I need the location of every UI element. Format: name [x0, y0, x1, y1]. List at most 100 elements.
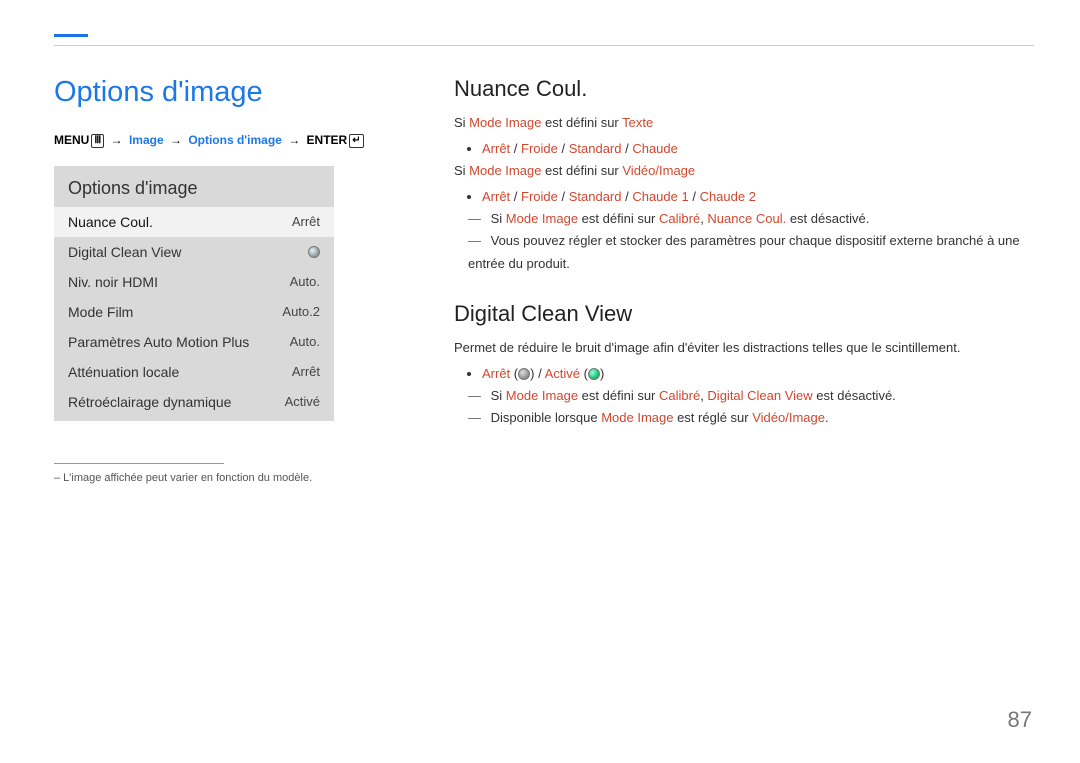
nuance-bullets2: Arrêt / Froide / Standard / Chaude 1 / C… [454, 186, 1034, 208]
menu-row-mode-film[interactable]: Mode Film Auto.2 [54, 297, 334, 327]
opt-chaude: Chaude [632, 141, 678, 156]
arrow-icon: → [288, 133, 300, 147]
list-item: Arrêt / Froide / Standard / Chaude [482, 138, 1034, 160]
text: Si [454, 163, 469, 178]
text: est défini sur [578, 211, 659, 226]
opt-froide: Froide [521, 141, 558, 156]
menu-panel: Options d'image Nuance Coul. Arrêt Digit… [54, 166, 334, 421]
menu-row-attenuation-locale[interactable]: Atténuation locale Arrêt [54, 357, 334, 387]
menu-row-retroeclairage-dynamique[interactable]: Rétroéclairage dynamique Activé [54, 387, 334, 417]
text-red: Digital Clean View [707, 388, 812, 403]
opt-froide: Froide [521, 189, 558, 204]
text: est défini sur [578, 388, 659, 403]
dot-on-icon [588, 368, 600, 380]
crumb-enter: ENTER [307, 133, 348, 147]
list-item: Vous pouvez régler et stocker des paramè… [468, 230, 1034, 274]
sep: / [510, 141, 521, 156]
section-title-nuance: Nuance Coul. [454, 76, 1034, 102]
menu-row-value: Activé [285, 394, 320, 409]
nuance-notes: Si Mode Image est défini sur Calibré, Nu… [454, 208, 1034, 274]
sep: / [510, 189, 521, 204]
crumb-image: Image [129, 133, 164, 147]
text-red: Texte [622, 115, 653, 130]
footnote-rule [54, 463, 224, 464]
top-rule [54, 45, 1034, 46]
arrow-icon: → [170, 133, 182, 147]
menu-icon: Ⅲ [91, 134, 104, 148]
sep: / [558, 141, 569, 156]
text: est désactivé. [813, 388, 896, 403]
menu-row-digital-clean-view[interactable]: Digital Clean View [54, 237, 334, 267]
text: est désactivé. [786, 211, 869, 226]
list-item: Arrêt / Froide / Standard / Chaude 1 / C… [482, 186, 1034, 208]
menu-row-label: Mode Film [68, 304, 133, 320]
text: Disponible lorsque [491, 410, 602, 425]
text: est défini sur [541, 115, 622, 130]
text-red: Calibré [659, 211, 700, 226]
opt-standard: Standard [569, 141, 622, 156]
text: ) [600, 366, 604, 381]
text: est défini sur [541, 163, 622, 178]
menu-row-label: Atténuation locale [68, 364, 179, 380]
text-red: Mode Image [506, 388, 578, 403]
opt-active: Activé [545, 366, 580, 381]
crumb-menu: MENU [54, 133, 89, 147]
right-column: Nuance Coul. Si Mode Image est défini su… [454, 76, 1034, 484]
menu-row-value: Arrêt [292, 214, 320, 229]
page-number: 87 [1008, 707, 1032, 733]
sep: / [558, 189, 569, 204]
list-item: Arrêt () / Activé () [482, 363, 1034, 385]
dcv-bullets: Arrêt () / Activé () [454, 363, 1034, 385]
menu-row-value: Auto. [290, 334, 320, 349]
text-red: Mode Image [601, 410, 673, 425]
page-title: Options d'image [54, 76, 414, 109]
footnote-text: – L'image affichée peut varier en foncti… [54, 472, 414, 484]
menu-row-label: Paramètres Auto Motion Plus [68, 334, 249, 350]
opt-arret: Arrêt [482, 189, 510, 204]
menu-row-value: Auto.2 [282, 304, 320, 319]
sep: / [621, 141, 632, 156]
text: est réglé sur [673, 410, 752, 425]
list-item: Disponible lorsque Mode Image est réglé … [468, 407, 1034, 429]
text: . [825, 410, 829, 425]
text-red: Vidéo/Image [622, 163, 695, 178]
left-column: Options d'image MENUⅢ → Image → Options … [54, 76, 414, 484]
breadcrumb: MENUⅢ → Image → Options d'image → ENTER↵ [54, 133, 414, 148]
sep: / [689, 189, 700, 204]
nuance-bullets1: Arrêt / Froide / Standard / Chaude [454, 138, 1034, 160]
menu-panel-title: Options d'image [54, 178, 334, 207]
text-red: Mode Image [469, 115, 541, 130]
opt-standard: Standard [569, 189, 622, 204]
opt-chaude1: Chaude 1 [632, 189, 688, 204]
menu-row-label: Rétroéclairage dynamique [68, 394, 231, 410]
text-red: Vidéo/Image [752, 410, 825, 425]
nuance-line2: Si Mode Image est défini sur Vidéo/Image [454, 160, 1034, 182]
dcv-content: Permet de réduire le bruit d'image afin … [454, 337, 1034, 429]
opt-arret: Arrêt [482, 366, 510, 381]
header-accent-bar [54, 34, 88, 37]
list-item: Si Mode Image est défini sur Calibré, Di… [468, 385, 1034, 407]
text-red: Calibré [659, 388, 700, 403]
list-item: Si Mode Image est défini sur Calibré, Nu… [468, 208, 1034, 230]
menu-row-label: Niv. noir HDMI [68, 274, 158, 290]
status-dot-icon [308, 246, 320, 258]
dot-off-icon [518, 368, 530, 380]
text-red: Nuance Coul. [707, 211, 786, 226]
menu-row-nuance-coul[interactable]: Nuance Coul. Arrêt [54, 207, 334, 237]
menu-row-label: Digital Clean View [68, 244, 181, 260]
menu-row-niv-noir-hdmi[interactable]: Niv. noir HDMI Auto. [54, 267, 334, 297]
nuance-content: Si Mode Image est défini sur Texte Arrêt… [454, 112, 1034, 275]
sep: / [621, 189, 632, 204]
text-red: Mode Image [506, 211, 578, 226]
opt-chaude2: Chaude 2 [700, 189, 756, 204]
sep: / [534, 366, 544, 381]
arrow-icon: → [111, 133, 123, 147]
text: Si [491, 388, 506, 403]
text-red: Mode Image [469, 163, 541, 178]
dcv-desc: Permet de réduire le bruit d'image afin … [454, 337, 1034, 359]
nuance-line1: Si Mode Image est défini sur Texte [454, 112, 1034, 134]
dcv-notes: Si Mode Image est défini sur Calibré, Di… [454, 385, 1034, 429]
text: ( [510, 366, 518, 381]
opt-arret: Arrêt [482, 141, 510, 156]
menu-row-auto-motion-plus[interactable]: Paramètres Auto Motion Plus Auto. [54, 327, 334, 357]
